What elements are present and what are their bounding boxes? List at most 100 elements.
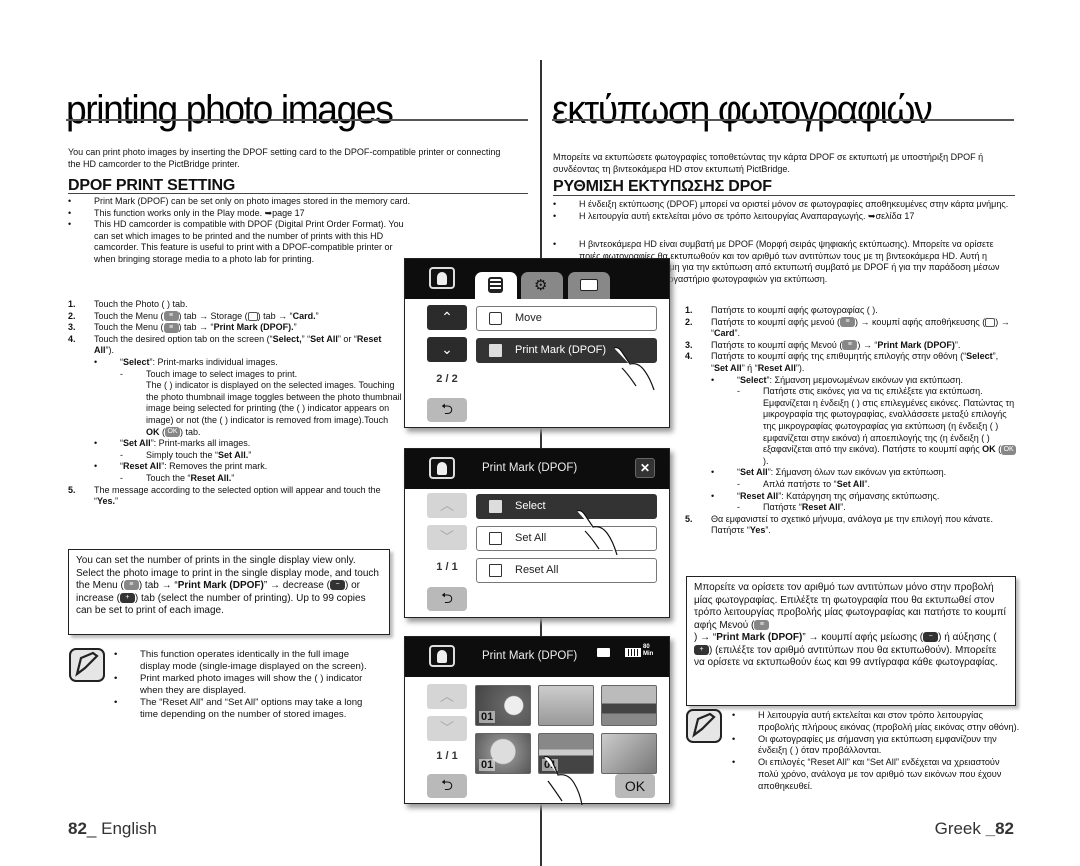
section-rule — [553, 195, 1015, 196]
touch-hand-icon — [576, 509, 618, 556]
menu-icon: ≡ — [163, 322, 179, 333]
tab-settings[interactable]: ⚙ — [521, 272, 563, 299]
menu-icon: ≡ — [163, 311, 179, 322]
page-title-english: printing photo images — [66, 88, 394, 132]
title-underline — [66, 119, 528, 121]
back-button[interactable]: ⮌ — [427, 774, 467, 798]
thumbnail-dolphin[interactable] — [601, 733, 657, 774]
screen-menu: ⚙ ⌃ ⌄ 2 / 2 ⮌ Move Print Mark (DPOF) — [404, 258, 670, 428]
option-set-all: • “Set All”: Print-marks all images. - Sim… — [94, 438, 252, 460]
touch-hand-icon — [543, 755, 583, 805]
tab-storage[interactable] — [568, 272, 610, 299]
scroll-up-button[interactable]: ︿ — [427, 493, 467, 518]
back-button[interactable]: ⮌ — [427, 587, 467, 611]
tab-menu[interactable] — [475, 272, 517, 299]
print-mark-icon — [489, 344, 502, 357]
bullet-item: Print Mark (DPOF) can be set only on pho… — [68, 196, 513, 208]
gear-icon: ⚙ — [534, 277, 548, 294]
bullet-list: Print Mark (DPOF) can be set only on pho… — [68, 196, 513, 266]
thumbnail-landscape[interactable] — [601, 685, 657, 726]
scroll-down-button[interactable]: ﹀ — [427, 525, 467, 550]
page-indicator: 1 / 1 — [436, 750, 458, 762]
storage-icon — [985, 317, 996, 327]
step-2: 2. Πατήστε το κουμπί αφής μενού (≡) → κου… — [685, 316, 1010, 339]
menu-icon: ≡ — [754, 619, 770, 630]
touch-hand-icon — [613, 346, 655, 391]
storage-icon — [247, 311, 258, 321]
tip-item: Οι φωτογραφίες με σήμανση για εκτύπωση ε… — [732, 734, 1020, 758]
bullet-text: This HD camcorder is compatible with DPO… — [94, 219, 404, 264]
back-button[interactable]: ⮌ — [427, 398, 467, 422]
option-select: • “Select”: Print-marks individual images… — [94, 356, 402, 438]
screen-title: Print Mark (DPOF) — [482, 650, 578, 662]
print-mark-reset-icon — [489, 564, 502, 577]
menu-icon: ≡ — [842, 340, 858, 351]
section-heading: ΡΥΘΜΙΣΗ ΕΚΤΥΠΩΣΗΣ DPOF — [553, 178, 772, 195]
scroll-up-button[interactable]: ︿ — [427, 684, 467, 709]
option-reset-all: • “Reset All”: Κατάργηση της σήμανσης εκτ… — [711, 490, 940, 513]
tips-list: This function operates identically in th… — [114, 649, 376, 721]
photo-tab-icon[interactable] — [429, 267, 455, 289]
tip-item: Οι επιλογές “Reset All” και “Set All” εν… — [732, 757, 1020, 792]
minus-icon: − — [923, 632, 939, 643]
move-icon — [489, 312, 502, 325]
thumbnail-flower[interactable]: 01 — [475, 685, 531, 726]
scroll-up-button[interactable]: ⌃ — [427, 305, 467, 330]
print-mark-count: 01 — [479, 711, 496, 723]
note-pencil-icon — [69, 648, 105, 682]
plus-icon: + — [119, 592, 135, 603]
print-mark-set-all-icon — [489, 532, 502, 545]
storage-card-icon — [580, 279, 598, 291]
note-box: Μπορείτε να ορίσετε τον αριθμό των αντιτ… — [686, 576, 1016, 706]
battery-icon — [625, 648, 641, 657]
section-heading: DPOF PRINT SETTING — [68, 177, 236, 194]
tip-item: Print marked photo images will show the … — [114, 673, 376, 697]
ok-button[interactable]: OK — [615, 774, 655, 798]
minus-icon: − — [329, 580, 345, 591]
bullet-item: This HD camcorder is compatible with DPO… — [68, 219, 408, 265]
step-3: 3. Πατήστε το κουμπί αφής Μενού (≡) → “Pr… — [685, 339, 961, 351]
scroll-down-button[interactable]: ﹀ — [427, 716, 467, 741]
option-reset-all-button[interactable]: Reset All — [476, 558, 657, 583]
step-4: 4. Πατήστε το κουμπί αφής της επιθυμητής … — [685, 351, 1017, 513]
steps-list: 1. Touch the Photo ( ) tab. 2. Touch the M… — [68, 299, 403, 508]
ok-chip-icon: OK — [1001, 444, 1017, 455]
intro-text: You can print photo images by inserting … — [68, 147, 501, 169]
bullet-item: Η ένδειξη εκτύπωσης (DPOF) μπορεί να ορι… — [553, 199, 1015, 211]
screen-print-mark-options: Print Mark (DPOF) ✕ ︿ ﹀ 1 / 1 ⮌ Select S… — [404, 448, 670, 618]
option-select-button[interactable]: Select — [476, 494, 657, 519]
bullet-item: This function works only in the Play mod… — [68, 208, 513, 220]
option-set-all-button[interactable]: Set All — [476, 526, 657, 551]
print-mark-select-icon — [489, 500, 502, 513]
screen-header: Print Mark (DPOF) 80 Min — [405, 637, 669, 677]
option-select: • “Select”: Σήμανση μεμονωμένων εικόνων γ… — [711, 375, 1017, 468]
section-rule — [68, 193, 528, 194]
option-set-all: • “Set All”: Σήμανση όλων των εικόνων για… — [711, 467, 947, 489]
title-underline — [552, 119, 1014, 121]
menu-item-move[interactable]: Move — [476, 306, 657, 331]
footer-greek: Greek _82 — [934, 819, 1014, 838]
scroll-down-button[interactable]: ⌄ — [427, 337, 467, 362]
close-button[interactable]: ✕ — [635, 458, 655, 478]
screen-title: Print Mark (DPOF) — [482, 462, 578, 474]
option-reset-all: • “Reset All”: Removes the print mark. -T… — [94, 461, 268, 483]
note-pencil-icon — [686, 709, 722, 743]
page-indicator: 1 / 1 — [436, 561, 458, 573]
page-title-greek: εκτύπωση φωτογραφιών — [552, 88, 933, 132]
ok-chip-icon: OK — [165, 427, 180, 438]
step-1: 1. Touch the Photo ( ) tab. — [68, 299, 188, 309]
thumbnail-soccer-player[interactable] — [538, 685, 594, 726]
thumbnail-dog[interactable]: 01 — [475, 733, 531, 774]
tips-list: Η λειτουργία αυτή εκτελείται και στον τρ… — [732, 710, 1020, 793]
photo-tab-icon[interactable] — [429, 457, 455, 479]
note-box: You can set the number of prints in the … — [68, 549, 390, 635]
battery-remaining: 80 Min — [643, 644, 654, 657]
menu-icon: ≡ — [123, 580, 139, 591]
step-3: 3. Touch the Menu (≡) tab → “Print Mark (… — [68, 322, 297, 333]
step-5: 5. Θα εμφανιστεί το σχετικό μήνυμα, ανάλο… — [685, 513, 993, 536]
screen-header: ⚙ — [405, 259, 669, 299]
plus-icon: + — [694, 644, 709, 655]
photo-tab-icon[interactable] — [429, 645, 455, 667]
bullet-list: Η ένδειξη εκτύπωσης (DPOF) μπορεί να ορι… — [553, 199, 1015, 222]
step-2: 2. Touch the Menu (≡) tab → Storage () ta… — [68, 310, 319, 322]
